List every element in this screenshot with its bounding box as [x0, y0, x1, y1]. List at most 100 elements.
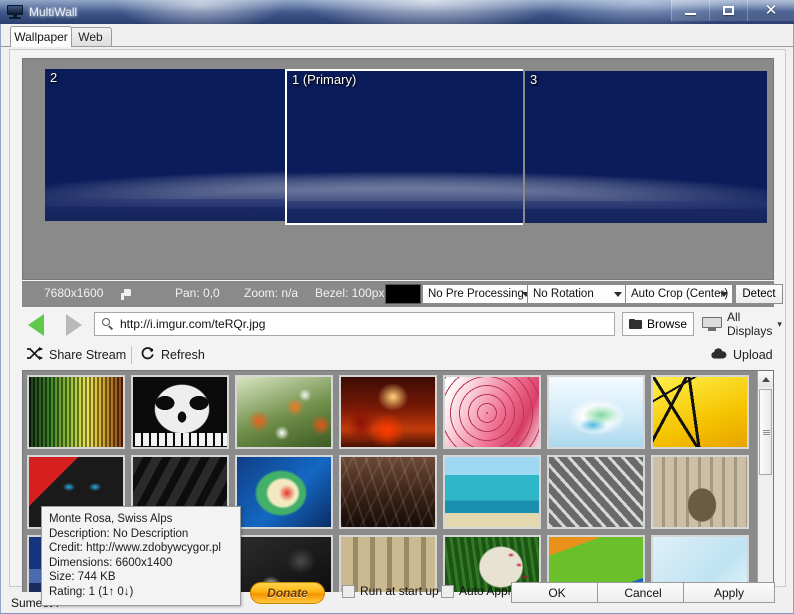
pre-processing-select[interactable]: No Pre Processing — [422, 284, 535, 304]
monitor-1-primary[interactable]: 1 (Primary) — [285, 69, 527, 225]
thumbnail-blue-green-ice-abstract[interactable] — [547, 375, 645, 449]
tooltip-title: Monte Rosa, Swiss Alps — [49, 512, 233, 527]
back-arrow-icon[interactable] — [28, 314, 44, 336]
tooltip-dimensions: Dimensions: 6600x1400 — [49, 556, 233, 571]
monitor-3[interactable]: 3 — [523, 69, 769, 225]
thumbnail-skull-black-white[interactable] — [131, 375, 229, 449]
minimize-button[interactable] — [671, 0, 709, 21]
thumbnail-tooltip: Monte Rosa, Swiss Alps Description: No D… — [41, 506, 241, 606]
detect-label: Detect — [742, 288, 775, 300]
chevron-down-icon: ▾ — [777, 319, 782, 330]
apply-button[interactable]: Apply — [683, 582, 775, 603]
donate-label: Donate — [267, 586, 308, 600]
cancel-label: Cancel — [624, 586, 661, 600]
monitor-icon — [7, 5, 23, 20]
tab-web[interactable]: Web — [69, 27, 112, 46]
thumbnail-green-yellow-stripes[interactable] — [27, 375, 125, 449]
all-displays-dropdown[interactable]: All Displays ▾ — [702, 312, 782, 336]
title-bar: MultiWall ✕ — [0, 0, 794, 24]
bezel-label: Bezel: 100px — [315, 286, 384, 300]
all-displays-label: All Displays — [727, 310, 772, 338]
refresh-button[interactable]: Refresh — [140, 344, 205, 366]
monitor-preview-area: 2 1 (Primary) 3 — [22, 58, 774, 280]
browse-label: Browse — [647, 317, 687, 331]
rotation-select[interactable]: No Rotation — [527, 284, 627, 304]
title-bar-left: MultiWall — [0, 0, 77, 24]
refresh-label: Refresh — [161, 348, 205, 362]
toolbar-divider — [131, 346, 132, 364]
browse-button[interactable]: Browse — [622, 312, 694, 336]
crop-value: Auto Crop (Center) — [631, 288, 728, 300]
window-controls: ✕ — [671, 0, 794, 22]
folder-icon — [629, 319, 642, 329]
auto-apply-label: Auto Apply — [459, 584, 516, 598]
thumbnail-pink-lily-macro[interactable] — [443, 375, 541, 449]
checkbox-box — [441, 585, 454, 598]
apply-label: Apply — [714, 586, 744, 600]
chevron-down-icon — [720, 292, 728, 297]
share-stream-button[interactable]: Share Stream — [26, 344, 126, 366]
chevron-down-icon — [614, 292, 622, 297]
maximize-button[interactable] — [709, 0, 747, 21]
search-icon — [102, 318, 115, 331]
thumbs-up-icon — [121, 289, 131, 300]
monitor-2[interactable]: 2 — [45, 69, 285, 221]
upload-button[interactable]: Upload — [710, 344, 773, 366]
auto-apply-checkbox[interactable]: Auto Apply — [441, 584, 516, 598]
tab-web-label: Web — [78, 30, 102, 44]
thumbnail-grey-bridge-steel[interactable] — [547, 455, 645, 529]
ok-label: OK — [548, 586, 565, 600]
cancel-button[interactable]: Cancel — [597, 582, 689, 603]
url-value: http://i.imgur.com/teRQr.jpg — [120, 317, 265, 331]
grid-scrollbar[interactable] — [757, 371, 773, 614]
tab-wallpaper-label: Wallpaper — [14, 30, 68, 44]
tab-wallpaper[interactable]: Wallpaper — [10, 26, 72, 47]
url-row: http://i.imgur.com/teRQr.jpg Browse All … — [22, 310, 774, 340]
thumbnail-blue-green-swirl-paint[interactable] — [235, 455, 333, 529]
shuffle-icon — [26, 347, 43, 363]
tooltip-rating: Rating: 1 (1↑ 0↓) — [49, 585, 233, 600]
pre-processing-value: No Pre Processing — [428, 288, 524, 300]
monitor-1-label: 1 (Primary) — [292, 72, 356, 87]
rotation-value: No Rotation — [533, 288, 594, 300]
thumbnail-red-fire-demon[interactable] — [339, 375, 437, 449]
share-stream-label: Share Stream — [49, 348, 126, 362]
pan-label: Pan: 0,0 — [175, 286, 220, 300]
maximize-icon — [723, 6, 734, 15]
scrollbar-thumb[interactable] — [759, 389, 772, 475]
thumbnail-orange-poppies-bokeh[interactable] — [235, 375, 333, 449]
cloud-upload-icon — [710, 347, 727, 363]
refresh-icon — [140, 346, 155, 364]
thumbnail-tropical-beach-turquoise[interactable] — [443, 455, 541, 529]
tab-strip: Wallpaper Web — [1, 24, 794, 46]
run-at-startup-checkbox[interactable]: Run at start up — [342, 584, 439, 598]
thumbnail-dark-industrial-structure[interactable] — [339, 455, 437, 529]
scroll-up-button[interactable] — [758, 371, 773, 387]
minimize-icon — [685, 13, 696, 15]
tool-row: Share Stream Refresh — [22, 342, 774, 368]
multiwall-window: MultiWall ✕ Wallpaper Web 2 — [0, 0, 794, 614]
url-input[interactable]: http://i.imgur.com/teRQr.jpg — [94, 312, 615, 336]
close-icon: ✕ — [765, 5, 778, 17]
close-button[interactable]: ✕ — [747, 0, 794, 21]
monitor-icon — [702, 317, 722, 331]
monitor-3-label: 3 — [530, 72, 537, 87]
monitor-2-label: 2 — [50, 70, 57, 85]
chevron-up-icon — [762, 377, 770, 382]
tooltip-credit: Credit: http://www.zdobywcygor.pl — [49, 541, 233, 556]
tab-underline — [1, 46, 794, 47]
upload-label: Upload — [733, 348, 773, 362]
grip-icon — [763, 430, 770, 435]
ok-button[interactable]: OK — [511, 582, 603, 603]
thumbnail-black-tree-yellow-sky[interactable] — [651, 375, 749, 449]
forward-arrow-icon[interactable] — [66, 314, 82, 336]
donate-button[interactable]: Donate — [250, 582, 325, 604]
options-strip: 7680x1600 Pan: 0,0 Zoom: n/a Bezel: 100p… — [22, 281, 774, 307]
crop-select[interactable]: Auto Crop (Center) — [625, 284, 733, 304]
tooltip-description: Description: No Description — [49, 527, 233, 542]
tooltip-size: Size: 744 KB — [49, 570, 233, 585]
thumbnail-ornate-marble-arch[interactable] — [651, 455, 749, 529]
window-title: MultiWall — [29, 5, 77, 19]
detect-button[interactable]: Detect — [735, 284, 783, 304]
bezel-color-swatch[interactable] — [385, 284, 421, 304]
